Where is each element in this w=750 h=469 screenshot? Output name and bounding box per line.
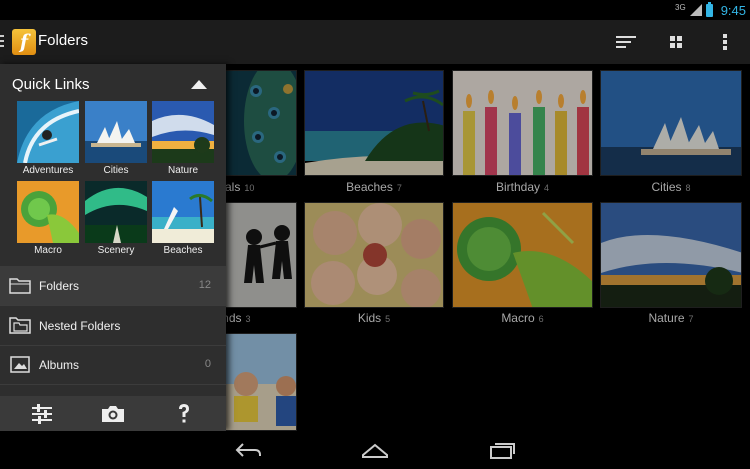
folder-name: Birthday: [495, 180, 540, 194]
folder-count: 4: [544, 183, 550, 193]
quick-links-title: Quick Links: [12, 76, 90, 93]
folder-thumbnail: [452, 70, 593, 176]
status-bar: 3G 9:45: [0, 0, 750, 20]
clock: 9:45: [720, 2, 746, 18]
quick-link-thumbnail: [85, 101, 147, 163]
grid-view-button[interactable]: [662, 28, 690, 56]
app-logo[interactable]: f: [12, 29, 36, 55]
folder-tile-cities[interactable]: Cities 8: [600, 70, 742, 202]
drawer-toolbar: [0, 396, 226, 431]
nav-item-albums[interactable]: Albums 0: [0, 345, 226, 384]
overflow-menu-icon: [723, 34, 727, 50]
quick-link-macro[interactable]: Macro: [17, 181, 79, 261]
network-type-label: 3G: [675, 2, 686, 12]
sort-button[interactable]: [612, 28, 640, 56]
folder-name: Cities: [651, 180, 682, 194]
nav-item-nested-folders[interactable]: Nested Folders: [0, 306, 226, 345]
album-icon: [10, 356, 30, 373]
folder-count: 7: [396, 183, 402, 193]
folder-thumbnail: [452, 202, 593, 308]
quick-link-label: Cities: [103, 165, 129, 176]
folder-count: 6: [538, 314, 544, 324]
home-icon: [362, 443, 388, 458]
folder-thumbnail: [304, 70, 444, 176]
folder-count: 3: [245, 314, 251, 324]
folder-name: Macro: [501, 311, 535, 325]
quick-link-label: Scenery: [97, 245, 135, 256]
folder-caption: Kids 5: [304, 311, 444, 325]
nav-item-folders[interactable]: Folders 12: [0, 266, 226, 305]
system-navigation-bar: [0, 431, 750, 469]
quick-link-adventures[interactable]: Adventures: [17, 101, 79, 181]
navigation-drawer: Quick Links Adventures Cities Nature Mac…: [0, 64, 226, 431]
quick-link-label: Nature: [167, 165, 198, 176]
folder-name: Beaches: [346, 180, 393, 194]
recent-apps-button[interactable]: [487, 439, 517, 461]
recent-apps-icon: [490, 443, 515, 459]
folder-count: 8: [685, 183, 691, 193]
folder-count: 5: [385, 314, 391, 324]
drawer-indicator-icon[interactable]: [0, 35, 4, 49]
folder-tile-nature[interactable]: Nature 7: [600, 202, 742, 330]
folder-icon: [9, 278, 31, 294]
grid-view-icon: [670, 36, 682, 48]
nav-item-count: 12: [198, 279, 211, 291]
folder-caption: Cities 8: [600, 180, 742, 194]
folder-tile-kids[interactable]: Kids 5: [304, 202, 444, 330]
quick-link-label: Adventures: [22, 165, 74, 176]
page-title: Folders: [38, 32, 89, 49]
home-button[interactable]: [360, 439, 390, 461]
settings-button[interactable]: [29, 401, 55, 427]
quick-link-thumbnail: [152, 181, 214, 243]
help-icon: [179, 404, 189, 423]
quick-link-thumbnail: [17, 181, 79, 243]
sort-icon: [616, 36, 636, 48]
divider: [0, 384, 226, 385]
nav-item-label: Nested Folders: [39, 319, 121, 333]
quick-links-header[interactable]: Quick Links: [0, 64, 226, 100]
quick-link-label: Beaches: [163, 245, 203, 256]
camera-button[interactable]: [100, 401, 126, 427]
folder-caption: Macro 6: [452, 311, 593, 325]
quick-link-thumbnail: [17, 101, 79, 163]
folder-tile-macro[interactable]: Macro 6: [452, 202, 593, 330]
quick-link-nature[interactable]: Nature: [152, 101, 214, 181]
quick-link-beaches[interactable]: Beaches: [152, 181, 214, 261]
quick-link-cities[interactable]: Cities: [85, 101, 147, 181]
nested-folder-icon: [9, 317, 31, 334]
folder-tile-beaches[interactable]: Beaches 7: [304, 70, 444, 202]
quick-link-scenery[interactable]: Scenery: [85, 181, 147, 261]
back-icon: [235, 443, 261, 457]
folder-count: 10: [244, 183, 255, 193]
folder-count: 7: [688, 314, 694, 324]
folder-caption: Nature 7: [600, 311, 742, 325]
status-icons: 3G 9:45: [675, 1, 746, 18]
back-button[interactable]: [233, 439, 263, 461]
quick-link-label: Macro: [34, 245, 62, 256]
folder-tile-birthday[interactable]: Birthday 4: [452, 70, 593, 202]
camera-icon: [102, 406, 124, 422]
folder-thumbnail: [600, 202, 742, 308]
nav-item-count: 0: [204, 358, 211, 370]
settings-sliders-icon: [32, 404, 52, 424]
collapse-arrow-icon[interactable]: [190, 78, 208, 90]
battery-icon: [705, 1, 713, 17]
overflow-menu-button[interactable]: [711, 28, 739, 56]
folder-thumbnail: [600, 70, 742, 176]
nav-item-label: Albums: [39, 358, 80, 372]
signal-icon: [689, 4, 702, 16]
folder-name: Nature: [648, 311, 685, 325]
folder-name: Kids: [357, 311, 382, 325]
folder-caption: Birthday 4: [452, 180, 593, 194]
quick-link-thumbnail: [85, 181, 147, 243]
nav-item-label: Folders: [39, 279, 80, 293]
folder-thumbnail: [304, 202, 444, 308]
folder-caption: Beaches 7: [304, 180, 444, 194]
action-bar: f Folders: [0, 20, 750, 64]
quick-link-thumbnail: [152, 101, 214, 163]
help-button[interactable]: [171, 401, 197, 427]
